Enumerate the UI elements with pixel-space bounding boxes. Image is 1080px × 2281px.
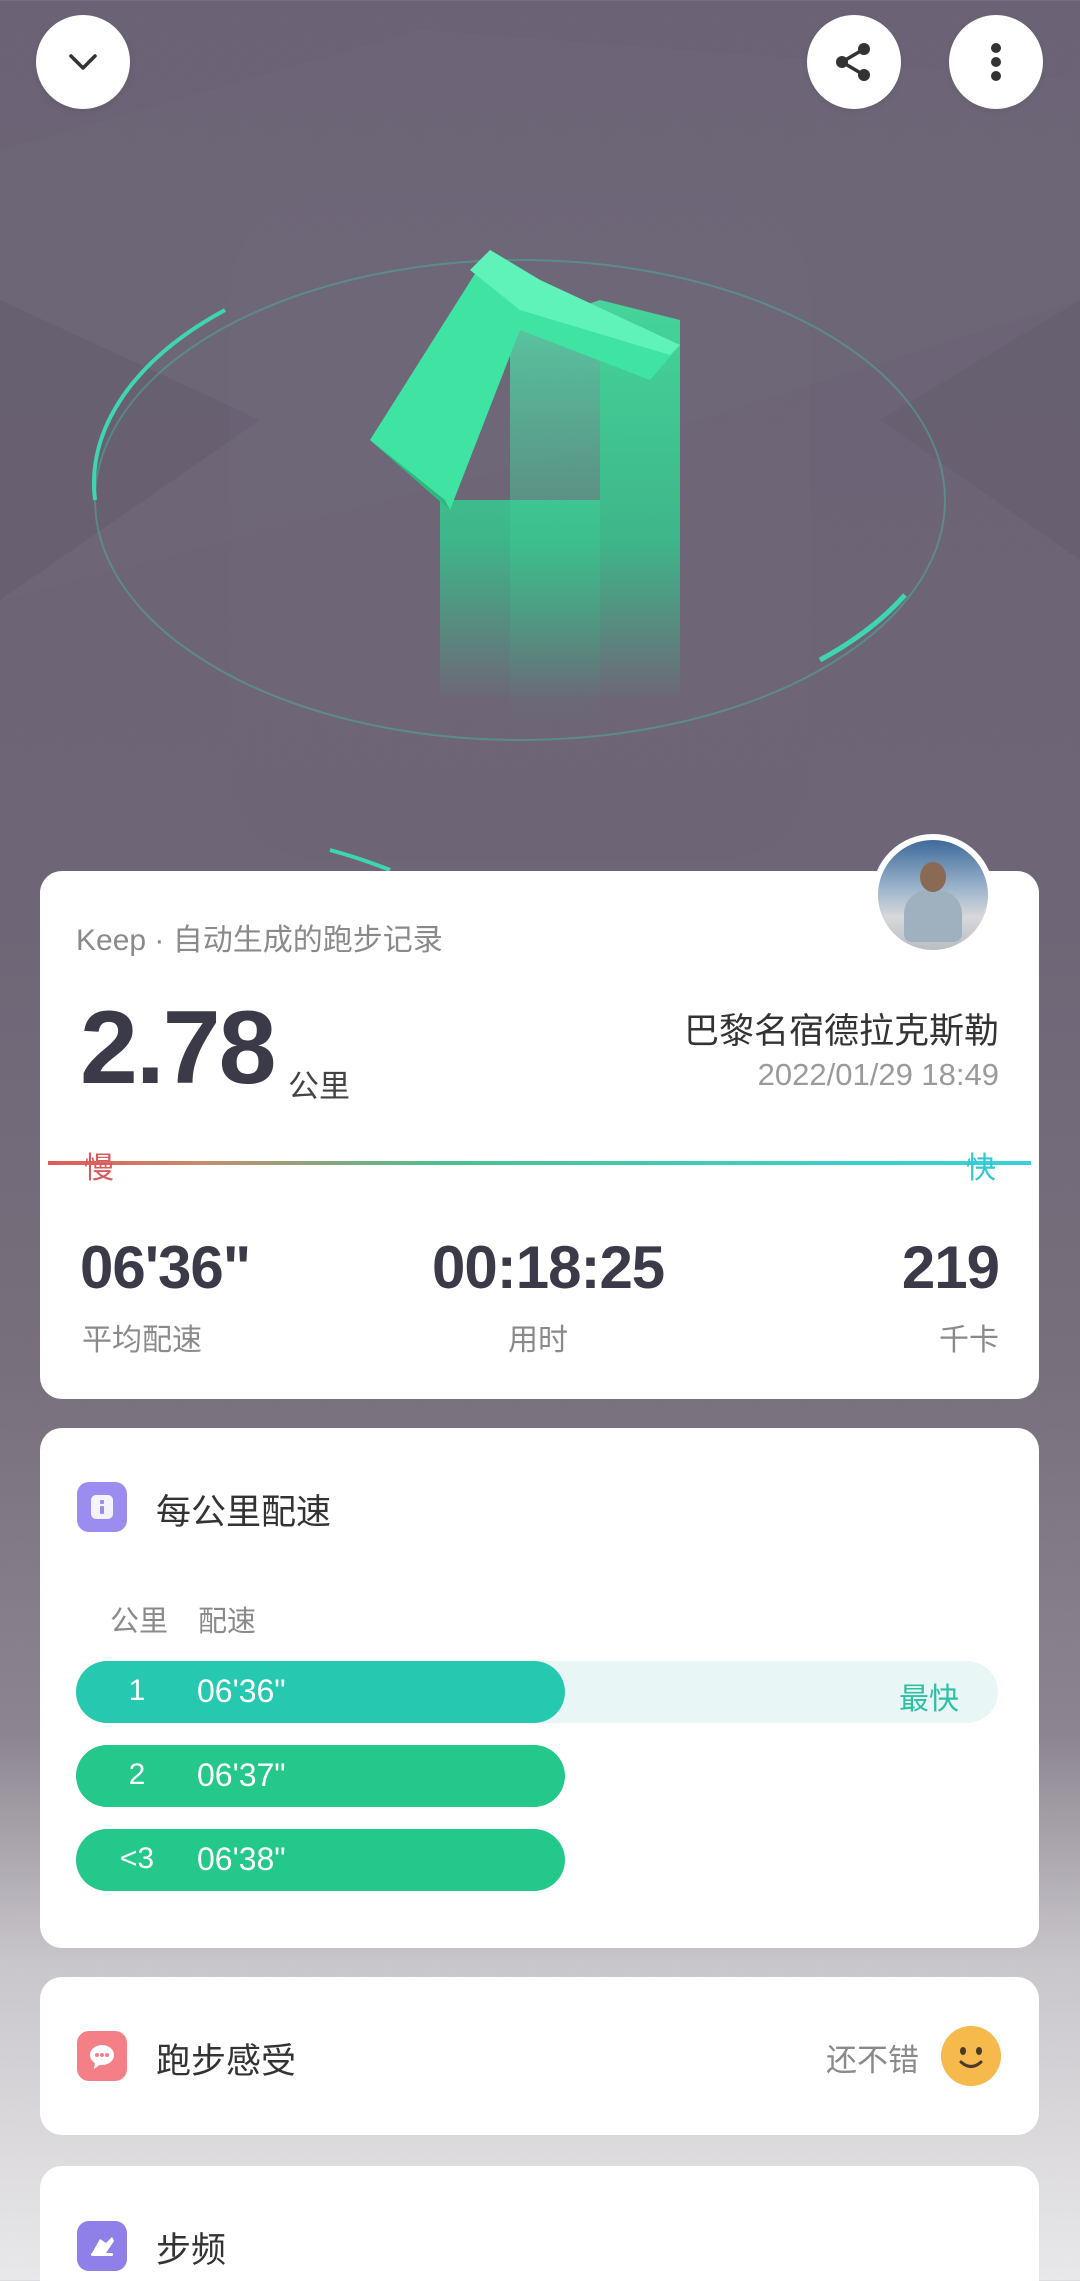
chat-bubble-icon <box>77 2031 127 2081</box>
calories-label: 千卡 <box>939 1323 999 1358</box>
distance-unit: 公里 <box>288 1069 350 1105</box>
run-summary-card: Keep · 自动生成的跑步记录 2.78 公里 巴黎名宿德拉克斯勒 2022/… <box>40 871 1039 1399</box>
chevron-down-icon <box>69 54 97 70</box>
record-source: Keep · 自动生成的跑步记录 <box>76 924 443 957</box>
run-datetime: 2022/01/29 18:49 <box>757 1057 999 1092</box>
more-button[interactable] <box>949 15 1043 109</box>
avg-pace-value: 06'36" <box>80 1234 251 1301</box>
feeling-title: 跑步感受 <box>156 2042 297 2082</box>
hero-illustration <box>0 0 1080 880</box>
fast-label: 快 <box>966 1151 996 1186</box>
shoe-icon <box>77 2221 127 2271</box>
feeling-value: 还不错 <box>826 2043 919 2079</box>
share-icon <box>836 43 870 81</box>
split-row-km: <3 <box>119 1842 155 1875</box>
pace-section-icon <box>77 1482 127 1532</box>
column-pace: 配速 <box>198 1604 257 1638</box>
cadence-card[interactable]: 步频 <box>40 2166 1039 2281</box>
split-row-pace: 06'36" <box>197 1673 286 1709</box>
slow-label: 慢 <box>84 1151 114 1186</box>
calories-value: 219 <box>901 1234 1000 1301</box>
collapse-button[interactable] <box>36 15 130 109</box>
location-name: 巴黎名宿德拉克斯勒 <box>683 1012 999 1052</box>
distance-value: 2.78 <box>80 990 276 1106</box>
avatar[interactable] <box>872 834 994 956</box>
pace-section-title: 每公里配速 <box>156 1493 332 1533</box>
duration-label: 用时 <box>508 1323 568 1358</box>
column-km: 公里 <box>110 1604 169 1638</box>
smiley-icon <box>941 2026 1001 2086</box>
split-row-pace: 06'38" <box>197 1841 286 1877</box>
avg-pace-label: 平均配速 <box>82 1323 202 1358</box>
fastest-label: 最快 <box>899 1682 959 1717</box>
cadence-title: 步频 <box>156 2231 227 2271</box>
split-row-pace: 06'37" <box>197 1757 286 1793</box>
pace-per-km-card: 每公里配速 公里 配速 最快 1 06'36" 2 06'37" <3 06'38" <box>40 1428 1039 1948</box>
duration-value: 00:18:25 <box>432 1234 665 1301</box>
speed-gradient-line <box>48 1161 1031 1165</box>
more-vertical-icon <box>991 43 1001 81</box>
run-feeling-card[interactable]: 跑步感受 还不错 <box>40 1977 1039 2135</box>
share-button[interactable] <box>807 15 901 109</box>
split-row-km: 1 <box>128 1674 146 1707</box>
split-row-km: 2 <box>128 1758 146 1791</box>
